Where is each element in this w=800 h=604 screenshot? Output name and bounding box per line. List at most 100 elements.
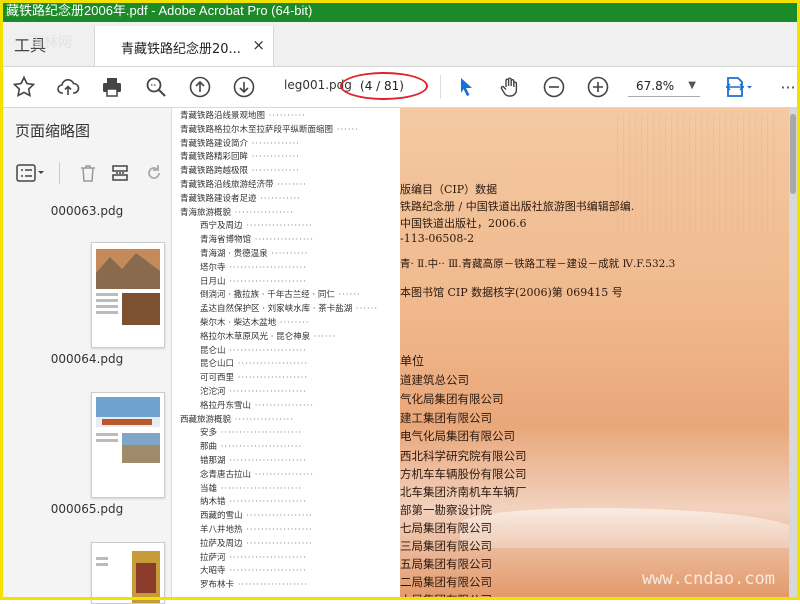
toc-entry-text: 青藏铁路建设者足迹 xyxy=(180,193,257,204)
cover-text-line: 五局集团有限公司 xyxy=(400,557,492,571)
toc-entry[interactable]: 青海省博物馆 ················ xyxy=(200,233,314,245)
cover-text-line: 气化局集团有限公司 xyxy=(400,392,504,406)
thumbnail-page-65[interactable] xyxy=(91,392,165,498)
toc-entry[interactable]: 错那湖 ····················· xyxy=(200,454,307,466)
toc-entry[interactable]: 青藏铁路建设者足迹 ··········· xyxy=(180,192,301,204)
vertical-scrollbar[interactable] xyxy=(789,108,797,597)
toc-dot-leader: ········ xyxy=(273,180,307,190)
toc-entry[interactable]: 青藏铁路沿线旅游经济带 ········ xyxy=(180,178,307,190)
hand-tool-button[interactable] xyxy=(496,73,524,101)
toc-entry[interactable]: 那曲 ······················ xyxy=(200,440,302,452)
trash-icon xyxy=(81,165,95,182)
tab-tools[interactable]: 工具 xyxy=(14,32,46,56)
upload-button[interactable] xyxy=(54,73,82,101)
toc-entry-text: 可可西里 xyxy=(200,373,235,384)
toc-entry[interactable]: 安多 ······················ xyxy=(200,426,302,438)
zoom-out-button[interactable] xyxy=(540,73,568,101)
toc-dot-leader: ·················· xyxy=(242,221,313,232)
toc-entry[interactable]: 大昭寺 ····················· xyxy=(200,564,307,576)
print-button[interactable] xyxy=(98,73,126,101)
cover-text-line: 二局集团有限公司 xyxy=(400,575,492,589)
tab-document[interactable]: 青藏铁路纪念册20... × xyxy=(94,26,274,66)
cover-page: 版编目（CIP）数据 铁路纪念册 / 中国铁道出版社旅游图书编辑部编. 中国铁道出版… xyxy=(400,108,797,597)
toc-dot-leader: ············· xyxy=(248,152,300,163)
toc-entry[interactable]: 念青唐古拉山 ················ xyxy=(200,468,314,480)
toc-entry[interactable]: 西宁及周边 ·················· xyxy=(200,219,313,231)
toc-entry[interactable]: 倒淌河 · 撒拉族 · 千年古兰经 · 同仁 ······ xyxy=(200,288,361,300)
toc-entry[interactable]: 日月山 ····················· xyxy=(200,275,307,287)
toc-entry[interactable]: 青藏铁路沿线景观地图 ·········· xyxy=(180,109,306,121)
hand-icon xyxy=(500,77,518,97)
chevron-down-icon: ▼ xyxy=(688,80,696,91)
toc-entry[interactable]: 拉萨及周边 ·················· xyxy=(200,537,313,549)
toc-entry[interactable]: 青藏铁路格拉尔木至拉萨段平纵断面缩图 ······ xyxy=(180,123,359,135)
faint-texture xyxy=(617,114,777,234)
scrollbar-thumb[interactable] xyxy=(790,114,796,194)
select-arrow-icon xyxy=(461,78,472,96)
zoom-in-button[interactable] xyxy=(584,73,612,101)
toc-entry-text: 那曲 xyxy=(200,442,218,453)
thumbnail-page-64[interactable] xyxy=(91,242,165,348)
page-extract-icon xyxy=(112,165,128,181)
toc-entry[interactable]: 青海旅游概貌 ················ xyxy=(180,206,294,218)
toc-entry-text: 青海旅游概貌 xyxy=(180,207,232,218)
toc-entry[interactable]: 塔尔寺 ····················· xyxy=(200,261,307,273)
toc-entry[interactable]: 青藏铁路跨越极限 ············· xyxy=(180,164,300,176)
toc-dot-leader: ····················· xyxy=(225,456,307,466)
toc-dot-leader: ··········· xyxy=(256,193,301,204)
toc-entry[interactable]: 格拉尔木草原风光 · 昆仑神泉 ······ xyxy=(200,330,336,342)
toc-entry[interactable]: 昆仑山口 ··················· xyxy=(200,357,308,369)
bookmark-star-button[interactable] xyxy=(10,73,38,101)
toc-entry[interactable]: 纳木错 ····················· xyxy=(200,495,307,507)
tab-bar: 工具 百林网 青藏铁路纪念册20... × xyxy=(0,22,800,67)
close-tab-icon[interactable]: × xyxy=(252,36,265,54)
toc-entry[interactable]: 昆仑山 ····················· xyxy=(200,344,307,356)
page-down-icon xyxy=(233,76,255,98)
cover-text-line: 方机车车辆股份有限公司 xyxy=(400,467,527,481)
toc-entry-text: 格拉尔木草原风光 · 昆仑神泉 xyxy=(200,331,311,342)
toc-entry[interactable]: 沱沱河 ····················· xyxy=(200,385,307,397)
options-menu-button[interactable] xyxy=(13,160,49,186)
rotate-page-button[interactable] xyxy=(141,160,167,186)
thumbnail-label: 000064.pdg xyxy=(50,352,124,366)
toc-entry[interactable]: 可可西里 ··················· xyxy=(200,371,308,383)
toc-entry[interactable]: 羊八井地热 ·················· xyxy=(200,523,313,535)
toc-dot-leader: ····················· xyxy=(225,566,307,577)
select-tool-button[interactable] xyxy=(452,73,480,101)
toc-entry[interactable]: 青海湖 · 贵德温泉 ·········· xyxy=(200,247,308,259)
find-button[interactable] xyxy=(142,73,170,101)
toc-entry[interactable]: 孟达自然保护区 · 刘家峡水库 · 茶卡盐湖 ······ xyxy=(200,302,378,314)
previous-page-button[interactable] xyxy=(186,73,214,101)
temple-photo-thumbnail xyxy=(96,397,160,463)
toc-dot-leader: ····················· xyxy=(225,345,307,356)
toc-entry[interactable]: 西藏旅游概貌 ················ xyxy=(180,413,294,425)
toc-dot-leader: ······ xyxy=(310,331,337,342)
toc-entry[interactable]: 西藏的雪山 ·················· xyxy=(200,509,313,521)
toc-entry[interactable]: 格拉丹东雪山 ················ xyxy=(200,399,314,411)
toc-entry-text: 青海湖 · 贵德温泉 xyxy=(200,249,268,259)
extract-page-button[interactable] xyxy=(107,160,133,186)
toc-entry[interactable]: 罗布林卡 ··················· xyxy=(200,578,308,590)
toc-entry-text: 青海省博物馆 xyxy=(200,235,252,246)
toc-dot-leader: ····················· xyxy=(225,262,307,273)
toc-dot-leader: ······················ xyxy=(217,428,303,439)
toc-dot-leader: ····················· xyxy=(225,552,307,563)
fit-page-button[interactable] xyxy=(718,73,758,101)
next-page-button[interactable] xyxy=(230,73,258,101)
zoom-value: 67.8% xyxy=(636,79,675,93)
more-icon[interactable]: ··· xyxy=(774,73,800,101)
delete-page-button[interactable] xyxy=(75,160,101,186)
toc-dot-leader: ······ xyxy=(333,124,359,135)
toc-entry[interactable]: 拉萨河 ····················· xyxy=(200,551,307,563)
toc-entry[interactable]: 青藏铁路建设简介 ············· xyxy=(180,137,300,149)
toc-entry-text: 柴尔木 · 柴达木盆地 xyxy=(200,318,277,328)
zoom-select[interactable]: 67.8% ▼ xyxy=(628,76,700,97)
thumbnail-page-66[interactable] xyxy=(91,542,165,604)
toc-dot-leader: ············· xyxy=(248,138,300,149)
toc-entry-text: 青藏铁路格拉尔木至拉萨段平纵断面缩图 xyxy=(180,124,334,135)
toc-entry[interactable]: 当雄 ······················ xyxy=(200,482,302,494)
document-view[interactable]: 青藏铁路沿线景观地图 ·········· 青藏铁路格拉尔木至拉萨段平纵断面缩图 … xyxy=(172,108,797,597)
toc-entry[interactable]: 柴尔木 · 柴达木盆地 ········ xyxy=(200,316,309,328)
page-number-field[interactable]: (4 / 81) xyxy=(346,75,418,97)
toc-entry[interactable]: 青藏铁路精彩回眸 ············· xyxy=(180,150,300,162)
